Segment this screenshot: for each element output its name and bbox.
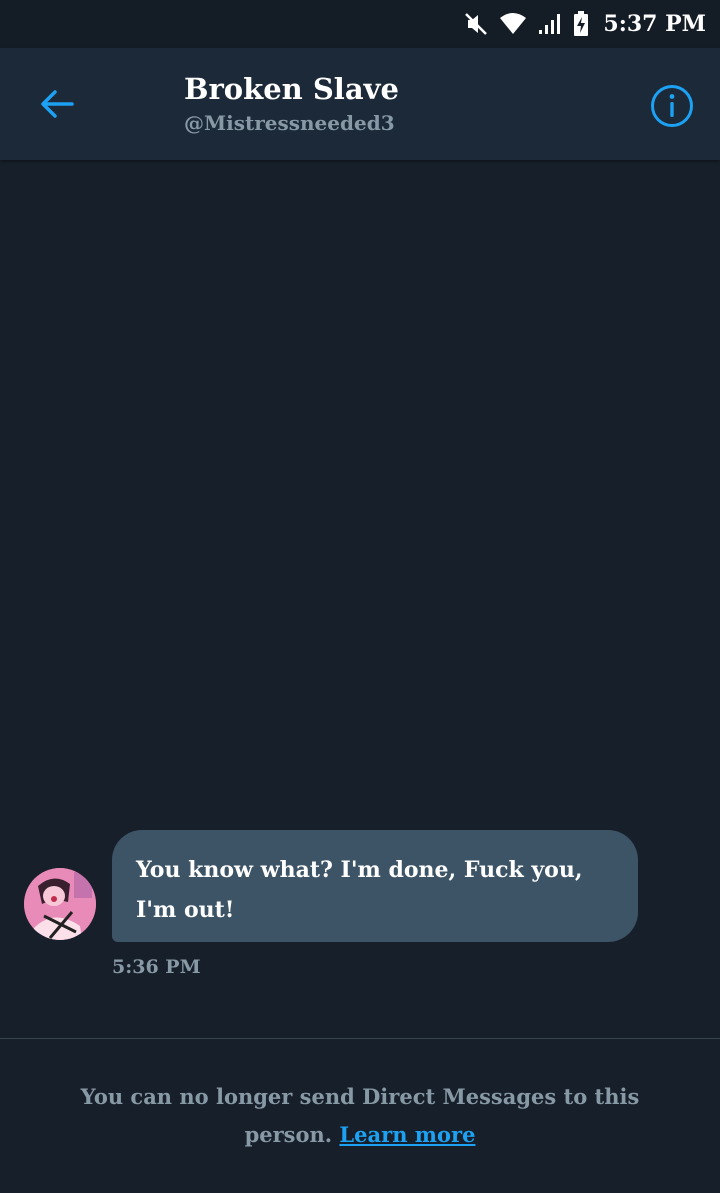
status-time: 5:37 PM (603, 11, 706, 37)
message-line: You know what? I'm done, Fuck you, (136, 857, 583, 883)
learn-more-link[interactable]: Learn more (339, 1122, 475, 1147)
user-handle: @Mistressneeded3 (184, 111, 395, 135)
signal-icon (537, 12, 563, 36)
muted-icon (463, 11, 489, 37)
back-button[interactable] (28, 78, 84, 130)
conversation-title[interactable]: Broken Slave @Mistressneeded3 (184, 70, 399, 138)
dm-disabled-notice: You can no longer send Direct Messages t… (40, 1078, 680, 1154)
message-thread[interactable]: You know what? I'm done, Fuck you, I'm o… (0, 160, 720, 1038)
display-name: Broken Slave (184, 72, 399, 106)
info-button[interactable] (646, 80, 698, 132)
message-line: I'm out! (136, 897, 235, 923)
divider (0, 1038, 720, 1039)
battery-charging-icon (573, 11, 589, 37)
status-bar: 5:37 PM (0, 0, 720, 48)
info-icon (651, 85, 693, 127)
message-bubble[interactable]: You know what? I'm done, Fuck you, I'm o… (112, 830, 638, 942)
avatar[interactable] (24, 868, 96, 940)
conversation-header: Broken Slave @Mistressneeded3 (0, 48, 720, 160)
back-arrow-icon (41, 90, 74, 118)
message-timestamp: 5:36 PM (112, 956, 201, 978)
wifi-icon (499, 12, 527, 36)
